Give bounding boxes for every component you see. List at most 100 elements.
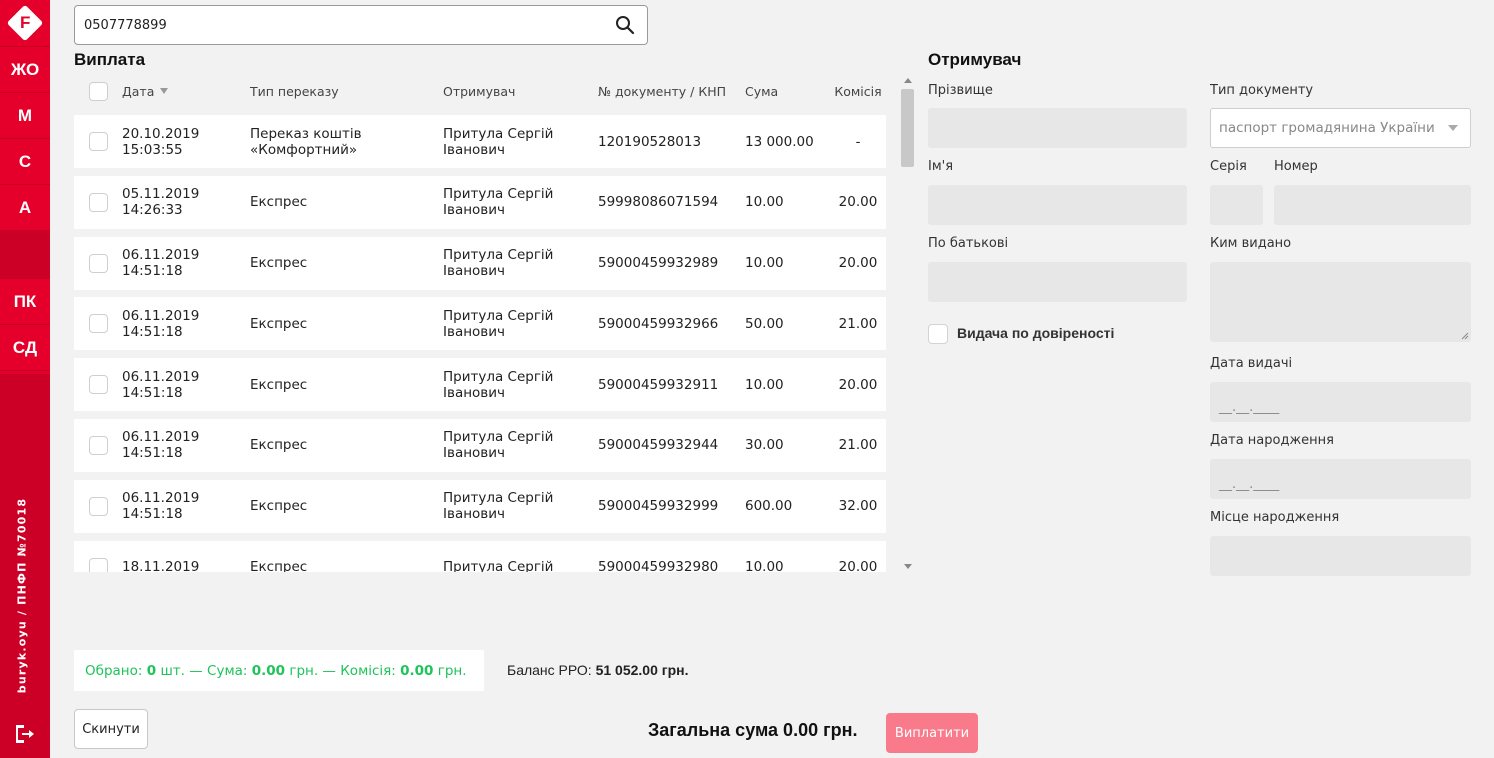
column-type: Тип переказу <box>250 83 339 99</box>
row-fee: 20.00 <box>838 376 878 393</box>
row-time: 14:51:18 <box>122 445 183 462</box>
row-type: Експрес <box>250 255 308 272</box>
row-time: 15:03:55 <box>122 141 183 158</box>
issued-by-field[interactable] <box>1210 262 1471 342</box>
row-fee: 32.00 <box>838 498 878 515</box>
table-header: Дата Тип переказу Отримувач № документу … <box>74 78 886 104</box>
table-row[interactable]: 18.11.2019 Експрес Притула Сергій 590004… <box>74 540 886 572</box>
row-checkbox[interactable] <box>88 192 108 212</box>
balance-value: 51 052.00 грн. <box>595 662 689 678</box>
row-recipient: Притула Сергій <box>443 247 554 264</box>
logo-letter: F <box>19 12 31 32</box>
number-field[interactable] <box>1274 185 1471 225</box>
scroll-down-icon[interactable] <box>904 564 912 569</box>
summary-count: 0 <box>146 662 157 679</box>
row-recipient: Притула Сергій <box>443 125 554 142</box>
row-recipient: Притула Сергій <box>443 429 554 446</box>
row-checkbox[interactable] <box>88 496 108 516</box>
row-checkbox[interactable] <box>88 253 108 273</box>
row-type-detail: «Комфортний» <box>250 141 358 158</box>
chevron-down-icon <box>1448 125 1458 131</box>
row-recipient: Притула Сергій <box>443 490 554 507</box>
table-row[interactable]: 05.11.2019 14:26:33 Експрес Притула Сергі… <box>74 175 886 229</box>
table-row[interactable]: 20.10.2019 15:03:55 Переказ коштів «Комфор… <box>74 115 886 168</box>
summary-fee: 0.00 <box>400 662 434 679</box>
row-doc: 59000459932966 <box>598 315 719 332</box>
row-sum: 13 000.00 <box>745 133 814 150</box>
issue-date-field[interactable]: __.__.____ <box>1210 382 1471 422</box>
summary-count-unit: шт. — Сума: <box>160 662 248 679</box>
logout-button[interactable] <box>10 720 38 748</box>
search-input[interactable] <box>75 6 603 44</box>
balance-label: Баланс РРО: <box>507 662 592 678</box>
row-recipient-patronymic: Іванович <box>443 141 506 158</box>
row-checkbox[interactable] <box>88 435 108 455</box>
pay-button[interactable]: Виплатити <box>886 713 978 753</box>
birth-date-field[interactable]: __.__.____ <box>1210 459 1471 499</box>
row-date: 05.11.2019 <box>122 186 200 203</box>
sidebar-item-pk[interactable]: ПК <box>0 279 50 325</box>
row-checkbox[interactable] <box>88 375 108 395</box>
sidebar-item-m[interactable]: М <box>0 93 50 139</box>
row-sum: 10.00 <box>745 194 784 211</box>
table-row[interactable]: 06.11.2019 14:51:18 Експрес Притула Сергі… <box>74 236 886 290</box>
name-field[interactable] <box>928 185 1187 225</box>
sidebar-item-a[interactable]: А <box>0 185 50 231</box>
row-fee: 20.00 <box>838 559 878 572</box>
summary-sum-unit: грн. — Комісія: <box>289 662 396 679</box>
series-field[interactable] <box>1210 185 1263 225</box>
table-row[interactable]: 06.11.2019 14:51:18 Експрес Притула Сергі… <box>74 297 886 351</box>
row-recipient: Притула Сергій <box>443 559 554 572</box>
proxy-label: Видача по довіреності <box>957 325 1115 341</box>
number-label: Номер <box>1274 159 1318 174</box>
scroll-thumb[interactable] <box>901 89 914 167</box>
row-recipient-patronymic: Іванович <box>443 263 506 280</box>
reset-button[interactable]: Скинути <box>74 709 148 749</box>
row-time: 14:51:18 <box>122 323 183 340</box>
search-box <box>74 5 648 45</box>
summary-fee-unit: грн. <box>437 662 467 679</box>
birth-place-field[interactable] <box>1210 536 1471 576</box>
sidebar-item-zho[interactable]: ЖО <box>0 47 50 93</box>
table-row[interactable]: 06.11.2019 14:51:18 Експрес Притула Сергі… <box>74 418 886 472</box>
recipient-title: Отримувач <box>928 50 1022 69</box>
row-doc: 59000459932980 <box>598 559 719 572</box>
resize-handle-icon[interactable] <box>1461 332 1469 340</box>
table-row[interactable]: 06.11.2019 14:51:18 Експрес Притула Сергі… <box>74 358 886 412</box>
table-row[interactable]: 06.11.2019 14:51:18 Експрес Притула Сергі… <box>74 479 886 533</box>
scroll-up-icon[interactable] <box>904 78 912 83</box>
summary-sum: 0.00 <box>251 662 286 679</box>
column-sum: Сума <box>745 83 779 99</box>
row-recipient-patronymic: Іванович <box>443 323 506 340</box>
column-fee: Комісія <box>834 83 882 99</box>
surname-field[interactable] <box>928 108 1187 148</box>
row-checkbox[interactable] <box>88 557 108 572</box>
doc-type-label: Тип документу <box>1210 83 1314 98</box>
row-date: 06.11.2019 <box>122 247 200 264</box>
search-button[interactable] <box>603 6 647 44</box>
table-scrollbar[interactable] <box>900 75 915 572</box>
sidebar-item-sd[interactable]: СД <box>0 325 50 371</box>
column-date[interactable]: Дата <box>122 84 250 99</box>
row-checkbox[interactable] <box>88 132 108 151</box>
row-fee: 21.00 <box>838 437 878 454</box>
row-checkbox[interactable] <box>88 314 108 334</box>
row-doc: 59000459932911 <box>598 376 719 393</box>
logout-icon <box>16 725 34 743</box>
selection-summary: Обрано: 0 шт. — Сума: 0.00 грн. — Комісі… <box>74 650 484 691</box>
sidebar-item-s[interactable]: С <box>0 139 50 185</box>
row-doc: 120190528013 <box>598 133 702 150</box>
row-time: 14:51:18 <box>122 263 183 280</box>
row-date: 06.11.2019 <box>122 429 200 446</box>
select-all-checkbox[interactable] <box>88 81 108 101</box>
logo-icon: F <box>6 4 44 42</box>
proxy-checkbox[interactable] <box>928 324 948 344</box>
row-type: Експрес <box>250 437 308 454</box>
row-date: 06.11.2019 <box>122 307 200 324</box>
patronymic-field[interactable] <box>928 262 1187 302</box>
user-info: buryk.oyu / ПНФП №70018 <box>10 498 34 694</box>
app-logo[interactable]: F <box>0 0 50 47</box>
doc-type-select[interactable]: паспорт громадянина України <box>1210 108 1471 148</box>
row-recipient: Притула Сергій <box>443 307 554 324</box>
row-fee: 21.00 <box>838 315 878 332</box>
